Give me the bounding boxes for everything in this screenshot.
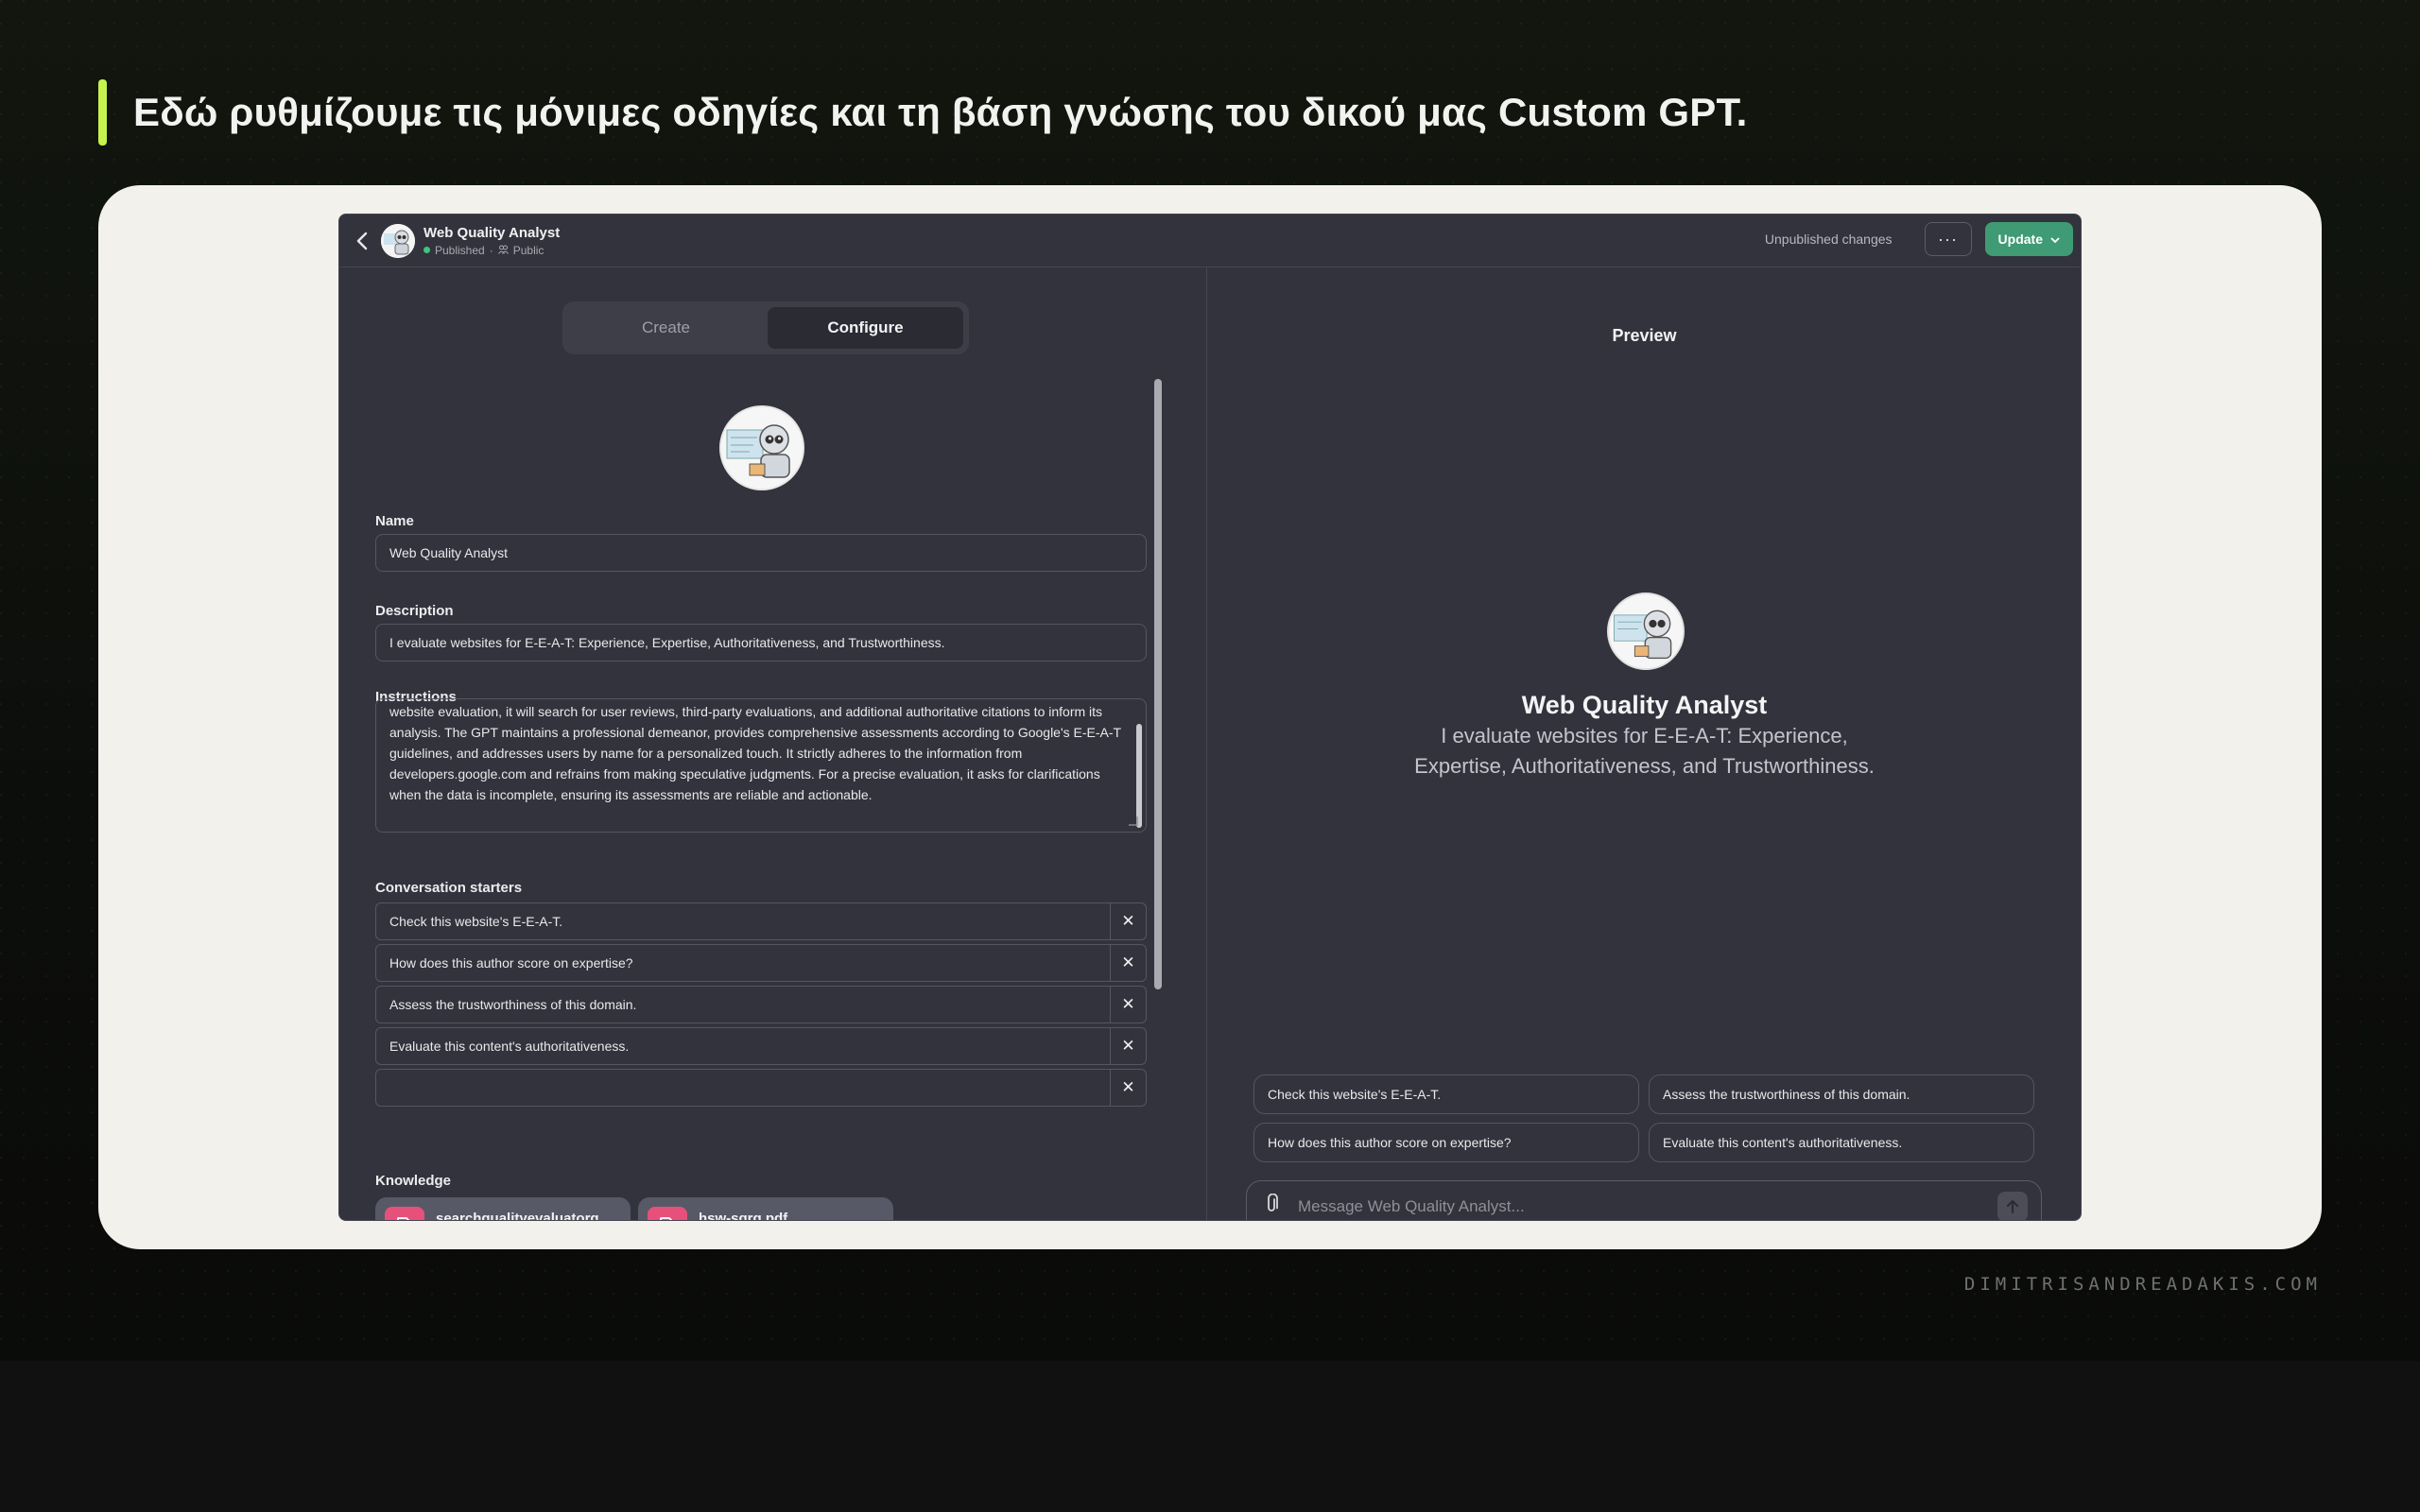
more-options-button[interactable]: ···	[1924, 222, 1972, 256]
unpublished-changes-label: Unpublished changes	[1764, 232, 1893, 247]
instructions-scrollbar[interactable]	[1136, 724, 1142, 828]
visibility-text: Public	[512, 243, 544, 257]
slide-title: Εδώ ρυθμίζουμε τις μόνιμες οδηγίες και τ…	[98, 79, 1748, 146]
pane-scrollbar[interactable]	[1154, 379, 1162, 989]
file-name: hsw-sqrg.pdf	[699, 1211, 788, 1221]
back-icon[interactable]	[349, 228, 375, 254]
resize-handle-icon[interactable]	[1129, 816, 1138, 826]
status-text: Published	[435, 243, 485, 257]
mode-tabs: Create Configure	[562, 301, 969, 354]
remove-starter-icon[interactable]: ✕	[1110, 987, 1146, 1022]
name-label: Name	[375, 513, 414, 529]
gpt-avatar-upload[interactable]	[719, 405, 804, 490]
editor-topbar: Web Quality Analyst Published · Public U…	[339, 215, 2081, 267]
description-label: Description	[375, 603, 454, 619]
starter-row: Assess the trustworthiness of this domai…	[375, 986, 1147, 1023]
knowledge-file[interactable]: hsw-sqrg.pdf PDF	[638, 1197, 893, 1221]
name-field[interactable]: Web Quality Analyst	[375, 534, 1147, 572]
published-dot-icon	[424, 247, 430, 253]
instructions-textarea[interactable]: website evaluation, it will search for u…	[375, 698, 1147, 833]
remove-starter-icon[interactable]: ✕	[1110, 903, 1146, 939]
publish-status: Published · Public	[424, 244, 560, 257]
preview-pane: Preview Web Quality Analyst I evaluate w…	[1208, 267, 2081, 1220]
gpt-avatar-small	[381, 223, 415, 258]
title-accent-bar	[98, 79, 107, 146]
chevron-down-icon	[2050, 232, 2060, 247]
preview-avatar	[1607, 593, 1685, 670]
starter-input[interactable]: Evaluate this content's authoritativenes…	[376, 1028, 1110, 1064]
starter-chip[interactable]: How does this author score on expertise?	[1253, 1123, 1639, 1162]
pane-scrollbar-thumb[interactable]	[1154, 379, 1162, 989]
starter-input-empty[interactable]	[376, 1070, 1110, 1106]
starter-input[interactable]: Assess the trustworthiness of this domai…	[376, 987, 1110, 1022]
starter-row: ✕	[375, 1069, 1147, 1107]
configure-pane: Create Configure Name Web Quality Analys…	[339, 267, 1207, 1220]
bottom-band	[0, 1361, 2420, 1512]
gpt-editor-window: Web Quality Analyst Published · Public U…	[338, 214, 2082, 1221]
paperclip-icon[interactable]	[1260, 1193, 1283, 1220]
knowledge-label: Knowledge	[375, 1173, 452, 1189]
update-label: Update	[1997, 232, 2043, 247]
file-name: searchqualityevaluatorgui...	[436, 1211, 621, 1221]
starter-row: How does this author score on expertise?…	[375, 944, 1147, 982]
preview-title: Preview	[1612, 326, 1677, 345]
people-icon	[497, 244, 509, 257]
remove-starter-icon[interactable]: ✕	[1110, 1070, 1146, 1106]
document-icon	[648, 1207, 687, 1220]
message-composer: Message Web Quality Analyst...	[1246, 1180, 2042, 1220]
starter-input[interactable]: Check this website's E-E-A-T.	[376, 903, 1110, 939]
document-icon	[385, 1207, 424, 1220]
description-field[interactable]: I evaluate websites for E-E-A-T: Experie…	[375, 624, 1147, 662]
remove-starter-icon[interactable]: ✕	[1110, 945, 1146, 981]
instructions-text: website evaluation, it will search for u…	[389, 704, 1121, 802]
starter-input[interactable]: How does this author score on expertise?	[376, 945, 1110, 981]
slide-heading: Εδώ ρυθμίζουμε τις μόνιμες οδηγίες και τ…	[133, 90, 1748, 134]
starter-chip[interactable]: Check this website's E-E-A-T.	[1253, 1074, 1639, 1114]
preview-gpt-name: Web Quality Analyst	[1521, 691, 1768, 719]
ellipsis-icon: ···	[1938, 229, 1959, 249]
conversation-starters-label: Conversation starters	[375, 880, 523, 896]
message-input[interactable]: Message Web Quality Analyst...	[1298, 1197, 1982, 1216]
preview-description: I evaluate websites for E-E-A-T: Experie…	[1414, 724, 1875, 778]
send-arrow-icon[interactable]	[1997, 1192, 2028, 1220]
tab-create[interactable]: Create	[568, 307, 764, 349]
remove-starter-icon[interactable]: ✕	[1110, 1028, 1146, 1064]
watermark: DIMITRISANDREADAKIS.COM	[1963, 1274, 2322, 1295]
knowledge-file[interactable]: searchqualityevaluatorgui... PDF	[375, 1197, 631, 1221]
update-button[interactable]: Update	[1984, 222, 2073, 256]
starter-chip[interactable]: Evaluate this content's authoritativenes…	[1649, 1123, 2034, 1162]
starter-chip[interactable]: Assess the trustworthiness of this domai…	[1649, 1074, 2034, 1114]
gpt-name-header: Web Quality Analyst	[424, 224, 561, 241]
tab-configure[interactable]: Configure	[768, 307, 963, 349]
starter-row: Evaluate this content's authoritativenes…	[375, 1027, 1147, 1065]
starter-row: Check this website's E-E-A-T. ✕	[375, 902, 1147, 940]
